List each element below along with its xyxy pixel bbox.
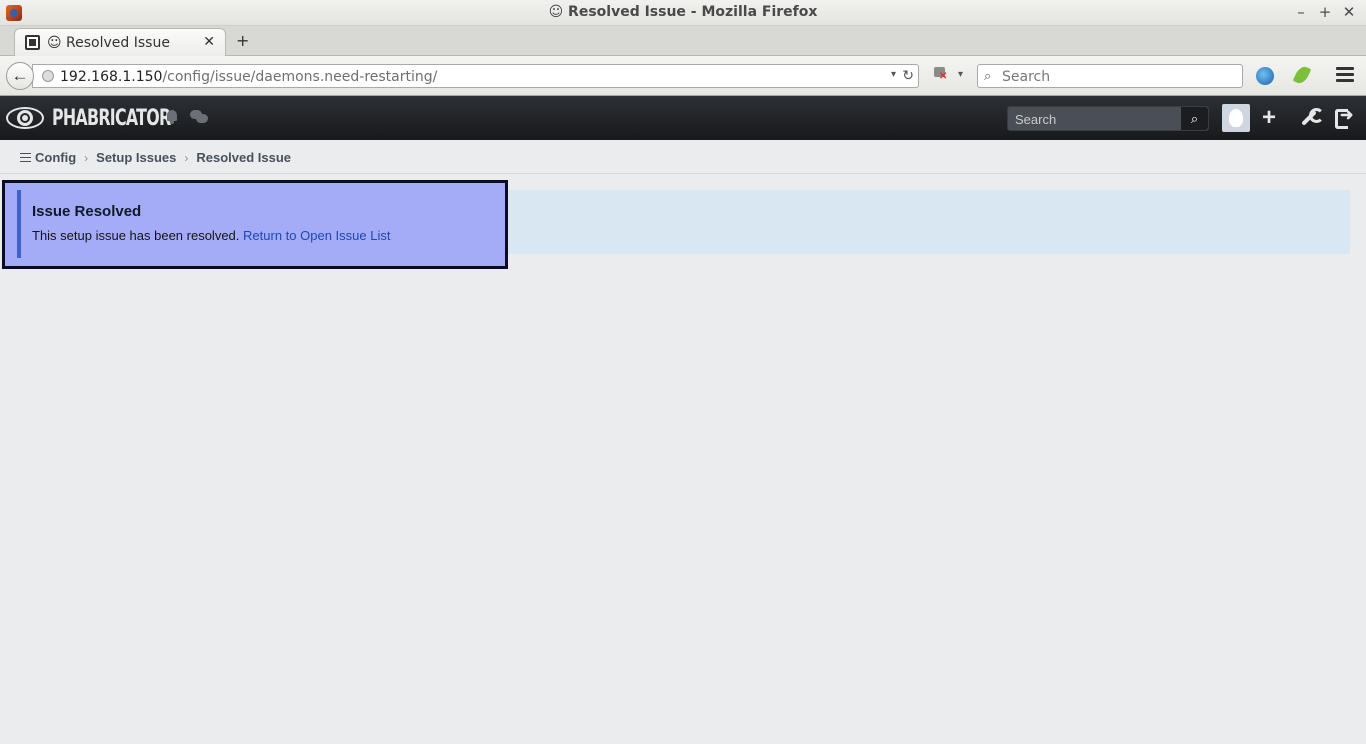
url-host: 192.168.1.150 — [60, 69, 163, 85]
settings-wrench-icon[interactable] — [1298, 108, 1324, 128]
url-text: 192.168.1.150/config/issue/daemons.need-… — [60, 69, 437, 85]
browser-search-input[interactable]: ⌕ Search — [977, 64, 1243, 88]
breadcrumb-setup-issues[interactable]: Setup Issues — [96, 150, 176, 165]
minimize-icon[interactable]: – — [1294, 3, 1308, 21]
tab-resolved-issue[interactable]: ☺ Resolved Issue ✕ — [14, 28, 226, 56]
maximize-icon[interactable]: + — [1318, 3, 1332, 21]
user-avatar[interactable] — [1222, 104, 1250, 132]
tab-label: ☺ Resolved Issue — [47, 35, 170, 51]
config-sliders-icon — [20, 153, 31, 162]
url-history-dropdown-icon[interactable]: ▾ — [891, 69, 896, 80]
back-button[interactable]: ← — [6, 62, 34, 90]
search-button[interactable]: ⌕ — [1181, 107, 1208, 130]
search-placeholder: Search — [1015, 112, 1057, 127]
breadcrumb-separator: › — [184, 150, 189, 165]
navigation-toolbar: 192.168.1.150/config/issue/daemons.need-… — [0, 56, 1366, 96]
close-icon[interactable]: ✕ — [1342, 3, 1356, 21]
create-plus-icon[interactable]: + — [1262, 106, 1276, 130]
download-dropdown-icon[interactable]: ▾ — [958, 69, 963, 80]
conpherence-chat-icon[interactable] — [190, 110, 208, 124]
phabricator-search-input[interactable]: Search ⌕ — [1007, 106, 1209, 131]
breadcrumb-separator: › — [84, 150, 89, 165]
notice-title: Issue Resolved — [32, 203, 142, 220]
download-blocked-icon[interactable] — [932, 67, 948, 83]
issue-resolved-notice: Issue Resolved This setup issue has been… — [2, 180, 508, 269]
tab-close-icon[interactable]: ✕ — [203, 34, 215, 50]
logout-icon[interactable] — [1335, 105, 1355, 129]
window-titlebar: ☺ Resolved Issue - Mozilla Firefox – + ✕ — [0, 0, 1366, 26]
notice-body: This setup issue has been resolved. Retu… — [32, 228, 390, 243]
url-path: /config/issue/daemons.need-restarting/ — [162, 69, 438, 85]
breadcrumb-config[interactable]: Config — [35, 150, 76, 165]
notice-accent-bar — [17, 190, 21, 258]
tab-strip: ☺ Resolved Issue ✕ + — [0, 26, 1366, 56]
phabricator-header: PHABRICATOR Search ⌕ + — [0, 96, 1366, 140]
url-bar[interactable]: 192.168.1.150/config/issue/daemons.need-… — [32, 64, 919, 88]
notice-text: This setup issue has been resolved. — [32, 228, 240, 243]
return-to-open-issue-list-link[interactable]: Return to Open Issue List — [243, 228, 390, 243]
browser-search-placeholder: Search — [1002, 69, 1051, 85]
search-icon: ⌕ — [984, 68, 992, 83]
breadcrumb: Config › Setup Issues › Resolved Issue — [0, 140, 1366, 174]
phabricator-logo-text[interactable]: PHABRICATOR — [52, 106, 171, 131]
new-tab-button[interactable]: + — [236, 31, 249, 50]
reload-icon[interactable]: ↻ — [902, 67, 914, 84]
window-controls: – + ✕ — [1294, 3, 1356, 21]
window-title: ☺ Resolved Issue - Mozilla Firefox — [548, 4, 818, 20]
hamburger-menu-icon[interactable] — [1336, 67, 1354, 83]
globe-icon — [42, 70, 54, 82]
phabricator-favicon-icon — [25, 35, 40, 50]
addon-globe-icon[interactable] — [1256, 67, 1274, 85]
notification-bell-icon[interactable] — [165, 110, 179, 124]
breadcrumb-resolved-issue: Resolved Issue — [196, 150, 292, 165]
phabricator-eye-icon[interactable] — [6, 105, 46, 131]
